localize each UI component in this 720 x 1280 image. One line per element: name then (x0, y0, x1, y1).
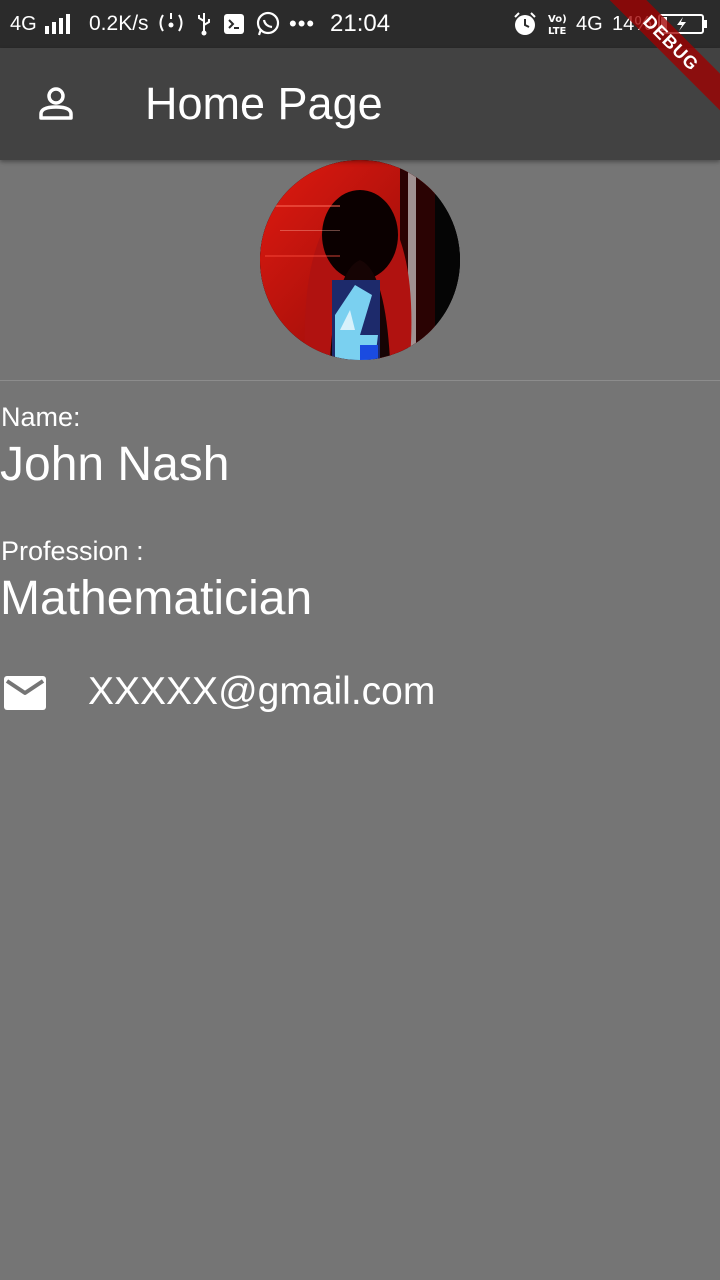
more-icon: ••• (289, 11, 316, 36)
email-value[interactable]: XXXXX@gmail.com (88, 670, 435, 714)
alarm-icon (512, 0, 538, 48)
network-type-left: 4G (10, 12, 37, 35)
whatsapp-icon (255, 0, 281, 48)
battery-charging-icon (658, 0, 708, 48)
status-bar: 4G 0.2K/s ••• 21:04 Vo) LTE 4G 14% (0, 0, 720, 48)
svg-text:Vo): Vo) (548, 14, 567, 25)
svg-text:LTE: LTE (548, 26, 567, 37)
usb-icon (196, 0, 212, 48)
avatar-section (0, 160, 720, 380)
network-type-right: 4G (576, 12, 603, 35)
person-outline-icon[interactable] (28, 76, 84, 132)
name-value: John Nash (0, 438, 230, 491)
volte-icon: Vo) LTE (546, 0, 572, 48)
email-row[interactable]: XXXXX@gmail.com (0, 666, 720, 722)
name-label: Name: (1, 402, 81, 432)
avatar[interactable] (260, 160, 460, 360)
battery-percent: 14% (612, 12, 653, 35)
debug-icon (223, 0, 245, 48)
divider (0, 380, 720, 381)
profession-value: Mathematician (0, 572, 313, 625)
profile-photo (260, 160, 460, 360)
signal-icon (44, 0, 74, 48)
app-bar: Home Page (0, 48, 720, 160)
mail-icon (4, 676, 46, 710)
network-speed: 0.2K/s (89, 12, 149, 35)
profession-label: Profession : (1, 536, 144, 566)
page-title: Home Page (145, 78, 383, 129)
hotspot-icon (157, 0, 185, 48)
clock-time: 21:04 (330, 10, 391, 37)
